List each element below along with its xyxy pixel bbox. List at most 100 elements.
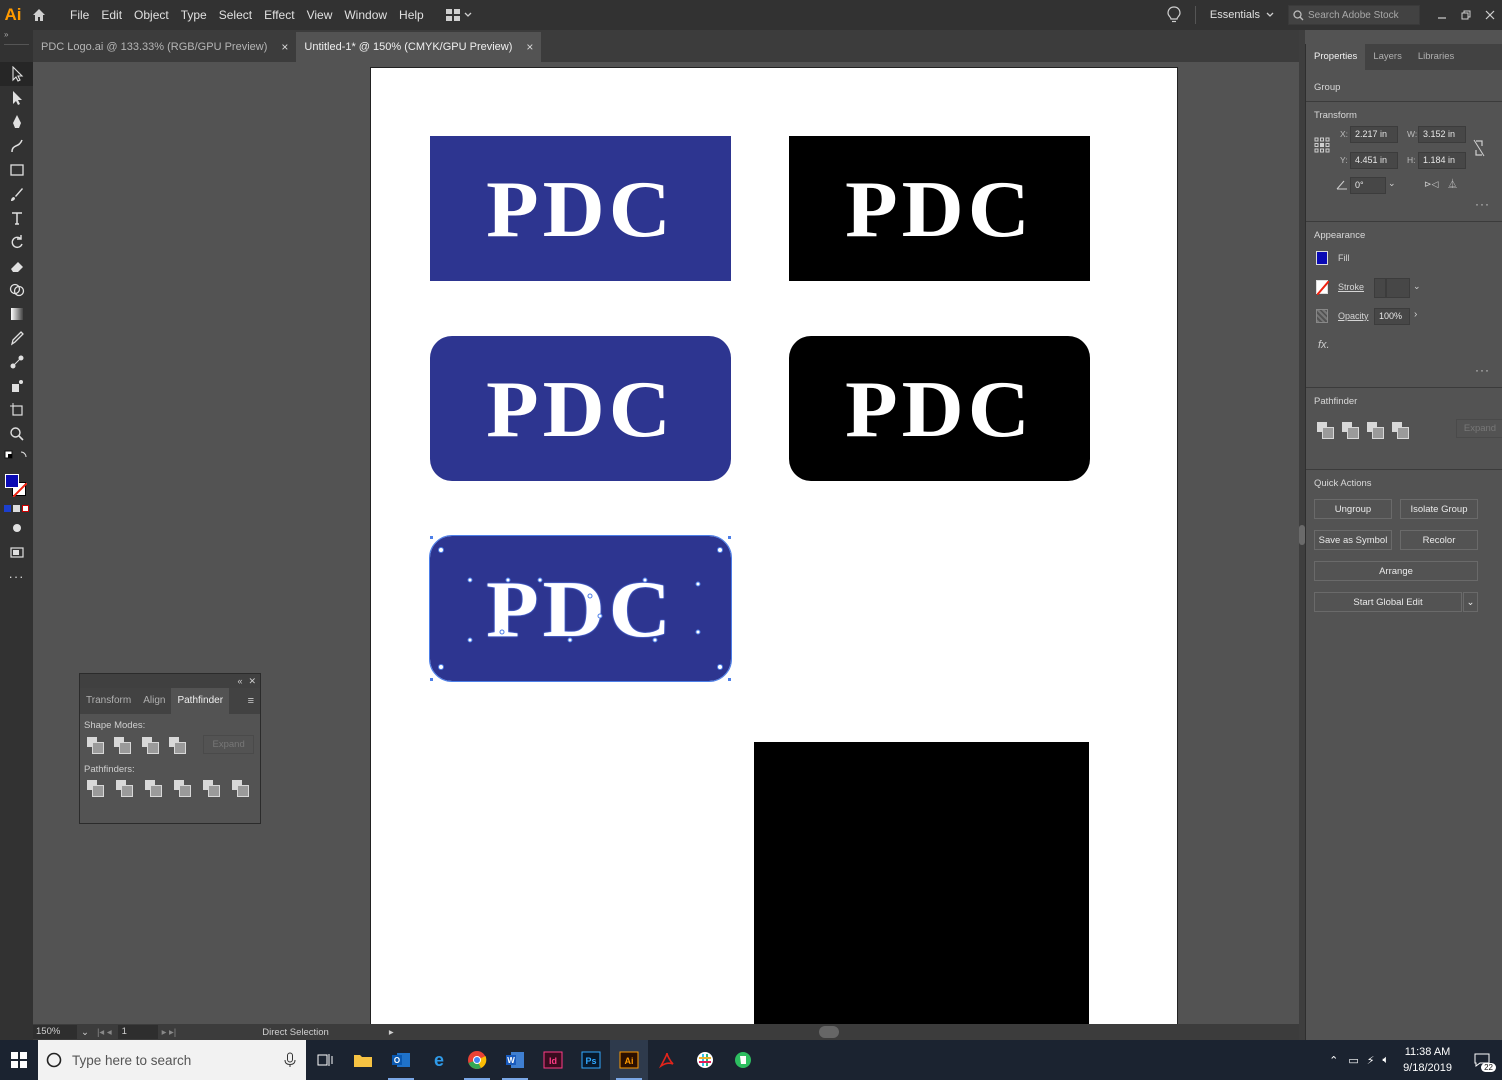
scrollbar-thumb[interactable] [819, 1026, 839, 1038]
panel-menu-icon[interactable]: ≡ [248, 695, 260, 707]
illustrator-app[interactable]: Ai [610, 1040, 648, 1080]
divide-icon[interactable] [86, 779, 104, 797]
edge-app[interactable]: e [420, 1040, 458, 1080]
stroke-color-swatch[interactable] [1316, 280, 1330, 296]
logo-blue-rounded-selected[interactable]: PDC [429, 535, 732, 682]
tab-pdc-logo[interactable]: PDC Logo.ai @ 133.33% (RGB/GPU Preview) … [33, 32, 296, 62]
logo-blue-rectangle[interactable]: PDC [430, 136, 731, 281]
chevron-down-icon[interactable] [1266, 12, 1274, 18]
minus-front-icon[interactable] [1341, 421, 1359, 439]
shape-builder-tool[interactable] [0, 278, 33, 302]
tab-transform[interactable]: Transform [80, 688, 137, 714]
show-hidden-icons-icon[interactable]: ⌃ [1329, 1054, 1338, 1067]
selection-tool[interactable] [0, 62, 33, 86]
photoshop-app[interactable]: Ps [572, 1040, 610, 1080]
tab-close-icon[interactable]: × [281, 40, 288, 54]
intersect-icon[interactable] [141, 736, 160, 754]
expand-button[interactable]: Expand [1456, 419, 1502, 438]
microphone-icon[interactable] [284, 1052, 296, 1068]
acrobat-app[interactable] [648, 1040, 686, 1080]
menu-effect[interactable]: Effect [258, 0, 300, 30]
network-icon[interactable]: ⚡ [1367, 1054, 1375, 1067]
tab-align[interactable]: Align [137, 688, 171, 714]
paintbrush-tool[interactable] [0, 182, 33, 206]
selection-anchor-points[interactable] [430, 536, 731, 681]
minus-back-icon[interactable] [231, 779, 249, 797]
restore-button[interactable] [1454, 0, 1478, 30]
chevron-right-icon[interactable]: › [1414, 309, 1417, 320]
flip-horizontal-icon[interactable]: ⊳◁ [1424, 179, 1438, 190]
rectangle-tool[interactable] [0, 158, 33, 182]
opacity-field[interactable]: 100% [1374, 308, 1410, 325]
save-as-symbol-button[interactable]: Save as Symbol [1314, 530, 1392, 550]
evernote-app[interactable] [724, 1040, 762, 1080]
exclude-icon[interactable] [1391, 421, 1409, 439]
home-icon[interactable] [26, 0, 52, 30]
gradient-swatch-icon[interactable] [13, 504, 20, 512]
none-icon[interactable] [22, 504, 29, 512]
fill-color-swatch[interactable] [1316, 251, 1328, 265]
search-adobe-stock-input[interactable]: Search Adobe Stock [1288, 5, 1420, 25]
minus-front-icon[interactable] [113, 736, 132, 754]
drawing-modes[interactable] [0, 516, 33, 540]
screen-mode[interactable] [0, 540, 33, 564]
tab-pathfinder[interactable]: Pathfinder [171, 688, 230, 714]
artboard[interactable]: PDC PDC PDC PDC PDC [370, 67, 1178, 1024]
crop-icon[interactable] [173, 779, 191, 797]
trim-icon[interactable] [115, 779, 133, 797]
taskbar-search-input[interactable]: Type here to search [38, 1040, 306, 1080]
fx-effects-icon[interactable]: fx. [1318, 339, 1330, 351]
y-field[interactable]: 4.451 in [1350, 152, 1398, 169]
collapse-panel-icon[interactable]: « [237, 676, 242, 686]
symbol-sprayer-tool[interactable] [0, 374, 33, 398]
outline-icon[interactable] [202, 779, 220, 797]
outlook-app[interactable]: O [382, 1040, 420, 1080]
width-field[interactable]: 3.152 in [1418, 126, 1466, 143]
logo-black-rectangle[interactable]: PDC [789, 136, 1090, 281]
menu-file[interactable]: File [64, 0, 95, 30]
menu-window[interactable]: Window [338, 0, 393, 30]
zoom-field[interactable]: 150% [33, 1025, 77, 1039]
menu-object[interactable]: Object [128, 0, 175, 30]
more-options-icon[interactable]: ··· [1475, 197, 1490, 211]
fill-swatch[interactable] [5, 474, 19, 488]
isolate-group-button[interactable]: Isolate Group [1400, 499, 1478, 519]
tab-properties[interactable]: Properties [1306, 44, 1366, 70]
eraser-tool[interactable] [0, 254, 33, 278]
zoom-tool[interactable] [0, 422, 33, 446]
black-square-shape[interactable] [754, 742, 1089, 1024]
arrange-documents-button[interactable] [445, 9, 472, 21]
direct-selection-tool[interactable] [0, 86, 33, 110]
more-options-icon[interactable]: ··· [1475, 363, 1490, 377]
blend-tool[interactable] [0, 350, 33, 374]
battery-icon[interactable]: ▭ [1348, 1054, 1358, 1067]
rotate-field[interactable]: 0° [1350, 177, 1386, 194]
type-tool[interactable] [0, 206, 33, 230]
unite-icon[interactable] [1316, 421, 1334, 439]
tab-close-icon[interactable]: × [526, 40, 533, 54]
fill-stroke-swatch[interactable] [0, 472, 33, 500]
chevron-down-icon[interactable]: ⌄ [1388, 178, 1396, 189]
start-button[interactable] [0, 1040, 38, 1080]
merge-icon[interactable] [144, 779, 162, 797]
chevron-down-icon[interactable]: ⌄ [81, 1027, 89, 1038]
exclude-icon[interactable] [168, 736, 187, 754]
edit-toolbar[interactable]: ··· [0, 564, 33, 588]
first-artboard-icon[interactable]: |◂ ◂ [97, 1027, 112, 1038]
menu-view[interactable]: View [301, 0, 339, 30]
curvature-tool[interactable] [0, 134, 33, 158]
gradient-tool[interactable] [0, 302, 33, 326]
indesign-app[interactable]: Id [534, 1040, 572, 1080]
next-artboard-icon[interactable]: ▸ ▸| [162, 1027, 177, 1038]
reference-point-icon[interactable] [1314, 137, 1330, 153]
opacity-label[interactable]: Opacity [1338, 311, 1369, 321]
toolbar-collapse-icon[interactable]: » [0, 30, 33, 44]
x-field[interactable]: 2.217 in [1350, 126, 1398, 143]
tab-untitled-1[interactable]: Untitled-1* @ 150% (CMYK/GPU Preview) × [296, 32, 542, 62]
logo-black-rounded[interactable]: PDC [789, 336, 1090, 481]
horizontal-scrollbar[interactable] [369, 1026, 1285, 1038]
color-mode-buttons[interactable] [0, 500, 33, 516]
start-global-edit-button[interactable]: Start Global Edit [1314, 592, 1462, 612]
chrome-app[interactable] [458, 1040, 496, 1080]
minimize-button[interactable] [1430, 0, 1454, 30]
